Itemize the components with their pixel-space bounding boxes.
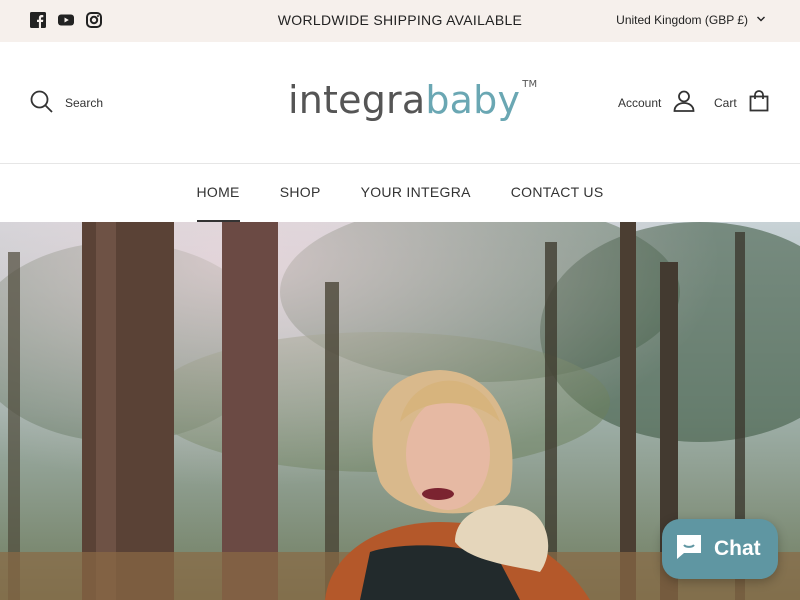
nav-item-contact-us[interactable]: CONTACT US (511, 184, 604, 204)
nav-item-your-integra[interactable]: YOUR INTEGRA (361, 184, 471, 204)
currency-selector[interactable]: United Kingdom (GBP £) (616, 13, 766, 27)
chat-label: Chat (714, 537, 761, 560)
nav-item-home[interactable]: HOME (196, 184, 240, 222)
site-logo[interactable]: integrababy TM (288, 78, 538, 122)
chevron-down-icon (756, 13, 766, 27)
cart-button[interactable]: Cart (714, 90, 769, 115)
search-label: Search (65, 96, 104, 110)
chat-bubble-icon (674, 532, 704, 566)
cart-label: Cart (714, 95, 737, 110)
logo-trademark: TM (522, 79, 538, 90)
main-navigation: HOME SHOP YOUR INTEGRA CONTACT US (0, 164, 800, 222)
logo-text-baby: baby (425, 78, 521, 122)
shopping-bag-icon (749, 90, 769, 115)
chat-button[interactable]: Chat (662, 519, 778, 579)
account-button[interactable]: Account (618, 90, 695, 115)
user-icon (673, 90, 695, 115)
search-icon (30, 90, 53, 116)
announcement-bar: WORLDWIDE SHIPPING AVAILABLE United King… (0, 0, 800, 42)
currency-label: United Kingdom (GBP £) (616, 13, 748, 27)
site-header: Search integrababy TM Account Cart (0, 42, 800, 164)
account-label: Account (618, 95, 662, 110)
search-button[interactable]: Search (30, 90, 103, 116)
nav-item-shop[interactable]: SHOP (280, 184, 321, 204)
logo-text-integra: integra (288, 78, 426, 122)
